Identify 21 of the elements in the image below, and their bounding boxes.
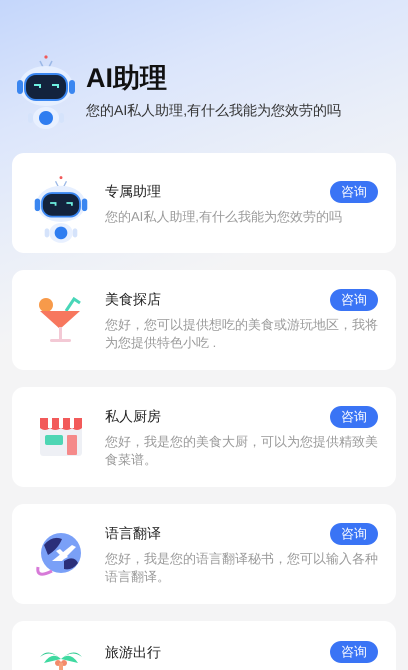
consult-button[interactable]: 咨询 (330, 288, 378, 310)
assistant-card[interactable]: 旅游出行 咨询 (12, 621, 396, 670)
assistant-title: 美食探店 (105, 290, 161, 309)
assistant-title: 语言翻译 (105, 524, 161, 543)
page-title: AI助理 (86, 64, 168, 94)
assistant-title: 私人厨房 (105, 407, 161, 426)
consult-button[interactable]: 咨询 (330, 522, 378, 544)
consult-button[interactable]: 咨询 (330, 641, 378, 663)
assistant-card[interactable]: 私人厨房 咨询 您好，我是您的美食大厨，可以为您提供精致美食菜谱。 (12, 387, 396, 487)
assistant-title: 专属助理 (105, 182, 161, 201)
assistant-card[interactable]: 语言翻译 咨询 您好，我是您的语言翻译秘书，您可以输入各种语言翻译。 (12, 504, 396, 604)
consult-button[interactable]: 咨询 (330, 406, 378, 428)
page-subtitle: 您的AI私人助理,有什么我能为您效劳的吗 (86, 100, 342, 120)
assistant-description: 您的AI私人助理,有什么我能为您效劳的吗 (105, 208, 343, 226)
assistant-title: 旅游出行 (105, 642, 161, 662)
consult-button[interactable]: 咨询 (330, 180, 378, 202)
assistant-description: 您好，我是您的语言翻译秘书，您可以输入各种语言翻译。 (105, 550, 378, 586)
assistant-description: 您好，我是您的美食大厨，可以为您提供精致美食菜谱。 (105, 432, 378, 468)
assistant-description: 您好，您可以提供想吃的美食或游玩地区，我将为您提供特色小吃 . (105, 316, 378, 352)
assistant-card[interactable]: 专属助理 咨询 您的AI私人助理,有什么我能为您效劳的吗 (12, 153, 396, 253)
assistant-card[interactable]: 美食探店 咨询 您好，您可以提供想吃的美食或游玩地区，我将为您提供特色小吃 . (12, 270, 396, 370)
